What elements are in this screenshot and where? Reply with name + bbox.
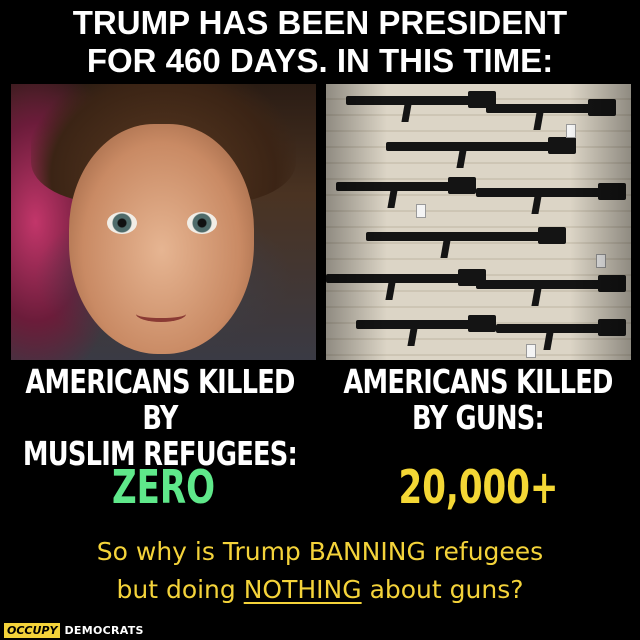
headline-line-2: FOR 460 DAYS. IN THIS TIME:	[86, 42, 554, 79]
headline: TRUMP HAS BEEN PRESIDENT FOR 460 DAYS. I…	[0, 4, 640, 80]
question-line-1: So why is Trump BANNING refugees	[96, 537, 544, 566]
child-photo	[11, 84, 316, 360]
child-smile	[136, 306, 186, 322]
rifle	[476, 183, 626, 200]
price-tag	[566, 124, 576, 138]
price-tag	[526, 344, 536, 358]
right-caption-line-2: BY GUNS:	[412, 398, 545, 437]
logo-text: DEMOCRATS	[64, 623, 144, 637]
question-line-2-start: but doing	[116, 575, 244, 604]
refugee-deaths-figure: ZERO	[111, 460, 216, 514]
rifle	[326, 269, 486, 286]
logo-box-text: OCCUPY	[4, 622, 61, 638]
rifle	[336, 177, 476, 194]
question-line-2: but doing NOTHING about guns?	[0, 571, 640, 609]
rifle	[366, 227, 566, 244]
right-caption: AMERICANS KILLED BY GUNS:	[322, 364, 634, 436]
left-caption-line-1: AMERICANS KILLED BY	[25, 362, 295, 437]
nothing-emphasis: NOTHING	[243, 575, 362, 604]
rifle	[386, 137, 576, 154]
occupy-democrats-logo: OCCUPY DEMOCRATS	[4, 622, 144, 638]
gun-wall-photo	[326, 84, 631, 360]
rifle	[486, 99, 616, 116]
price-tag	[596, 254, 606, 268]
right-caption-line-1: AMERICANS KILLED	[343, 362, 613, 401]
child-left-eye	[107, 212, 137, 234]
price-tag	[416, 204, 426, 218]
gun-deaths-figure: 20,000+	[398, 460, 559, 514]
question-line-2-end: about guns?	[361, 575, 524, 604]
rifle	[476, 275, 626, 292]
question-text: So why is Trump BANNING refugees but doi…	[0, 533, 640, 609]
rifle	[346, 91, 496, 108]
child-right-eye	[187, 212, 217, 234]
headline-line-1: TRUMP HAS BEEN PRESIDENT	[72, 4, 568, 41]
rifle	[356, 315, 496, 332]
left-caption: AMERICANS KILLED BY MUSLIM REFUGEES:	[4, 364, 316, 472]
rifle	[496, 319, 626, 336]
